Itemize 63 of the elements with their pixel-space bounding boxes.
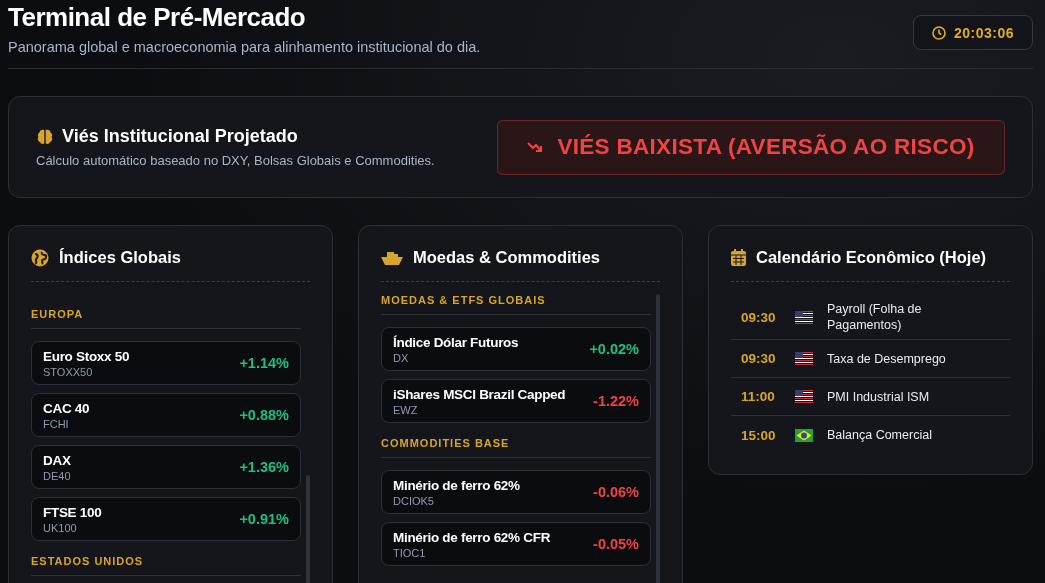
event-name: Payroll (Folha de Pagamentos): [827, 301, 923, 333]
bias-title: Viés Institucional Projetado: [62, 126, 298, 147]
quote-symbol: EWZ: [393, 403, 419, 416]
quote-change: -0.06%: [593, 484, 639, 500]
quote-name: iShares MSCI Brazil Capped: [393, 386, 566, 402]
quote-symbol: DE40: [43, 469, 71, 482]
event-time: 11:00: [741, 389, 776, 404]
flag-icon: [795, 352, 813, 365]
quote-name: FTSE 100: [43, 504, 102, 520]
clock-icon: [931, 25, 946, 40]
trend-down-icon: [527, 141, 544, 153]
event-time: 09:30: [741, 309, 777, 325]
quote-change: +0.88%: [239, 407, 289, 423]
quote-symbol: UK100: [43, 521, 78, 534]
quote-symbol: DX: [393, 351, 410, 364]
quote-change: +0.02%: [589, 341, 639, 357]
quote-symbol: FCHI: [43, 417, 70, 430]
brain-icon: [36, 127, 54, 146]
page-subtitle: Panorama global e macroeconomia para alinhamento institucional do dia.: [8, 39, 481, 55]
panel-title: Calendário Econômico (Hoje): [756, 248, 987, 267]
quote-symbol: TIOC1: [393, 546, 427, 559]
quote-row[interactable]: DAX DE40 +1.36%: [31, 445, 301, 489]
quote-row[interactable]: Minério de ferro 62% CFR TIOC1 -0.05%: [381, 522, 651, 566]
quote-row[interactable]: CAC 40 FCHI +0.88%: [31, 393, 301, 437]
quote-symbol: STOXX50: [43, 365, 94, 378]
quote-change: +1.36%: [239, 459, 289, 475]
ship-icon: [381, 250, 403, 265]
quote-row[interactable]: Euro Stoxx 50 STOXX50 +1.14%: [31, 341, 301, 385]
section-label: MOEDAS & ETFS GLOBAIS: [381, 294, 651, 315]
bias-verdict-text: VIÉS BAIXISTA (AVERSÃO AO RISCO): [557, 134, 975, 160]
quote-change: -1.22%: [593, 393, 639, 409]
quote-change: +0.91%: [239, 511, 289, 527]
flag-icon: [795, 428, 813, 442]
section-label: EUROPA: [31, 308, 301, 329]
globe-icon: [31, 248, 49, 267]
quote-row[interactable]: iShares MSCI Brazil Capped EWZ -1.22%: [381, 379, 651, 423]
event-time: 15:00: [741, 427, 777, 443]
calendar-icon: [731, 249, 746, 266]
event-time: 09:30: [741, 351, 777, 366]
quote-name: Minério de ferro 62%: [393, 477, 520, 493]
quote-symbol: DCIOK5: [393, 494, 435, 507]
section-label: ESTADOS UNIDOS: [31, 555, 301, 576]
clock-time: 20:03:06: [953, 24, 1014, 41]
quote-row[interactable]: Índice Dólar Futuros DX +0.02%: [381, 327, 651, 371]
quote-name: Euro Stoxx 50: [43, 348, 130, 364]
quote-change: +1.14%: [239, 355, 289, 371]
panel-title: Moedas & Commodities: [413, 248, 601, 267]
quote-name: CAC 40: [43, 400, 90, 416]
quote-change: -0.05%: [593, 536, 639, 552]
quote-name: DAX: [43, 452, 71, 468]
quote-row[interactable]: Minério de ferro 62% DCIOK5 -0.06%: [381, 470, 651, 514]
flag-icon: [795, 310, 813, 324]
quote-row[interactable]: FTSE 100 UK100 +0.91%: [31, 497, 301, 541]
panel-title: Índices Globais: [59, 248, 181, 267]
bias-description: Cálculo automático baseado no DXY, Bolsas Globais e Commodities.: [36, 153, 435, 168]
quote-name: Minério de ferro 62% CFR: [393, 529, 551, 545]
event-name: Taxa de Desemprego: [827, 350, 946, 367]
event-name: Balança Comercial: [827, 427, 932, 443]
event-name: PMI Industrial ISM: [827, 388, 930, 405]
quote-name: Índice Dólar Futuros: [393, 334, 519, 350]
flag-icon: [795, 390, 813, 403]
page-title: Terminal de Pré-Mercado: [8, 2, 307, 33]
section-label: COMMODITIES BASE: [381, 437, 651, 458]
